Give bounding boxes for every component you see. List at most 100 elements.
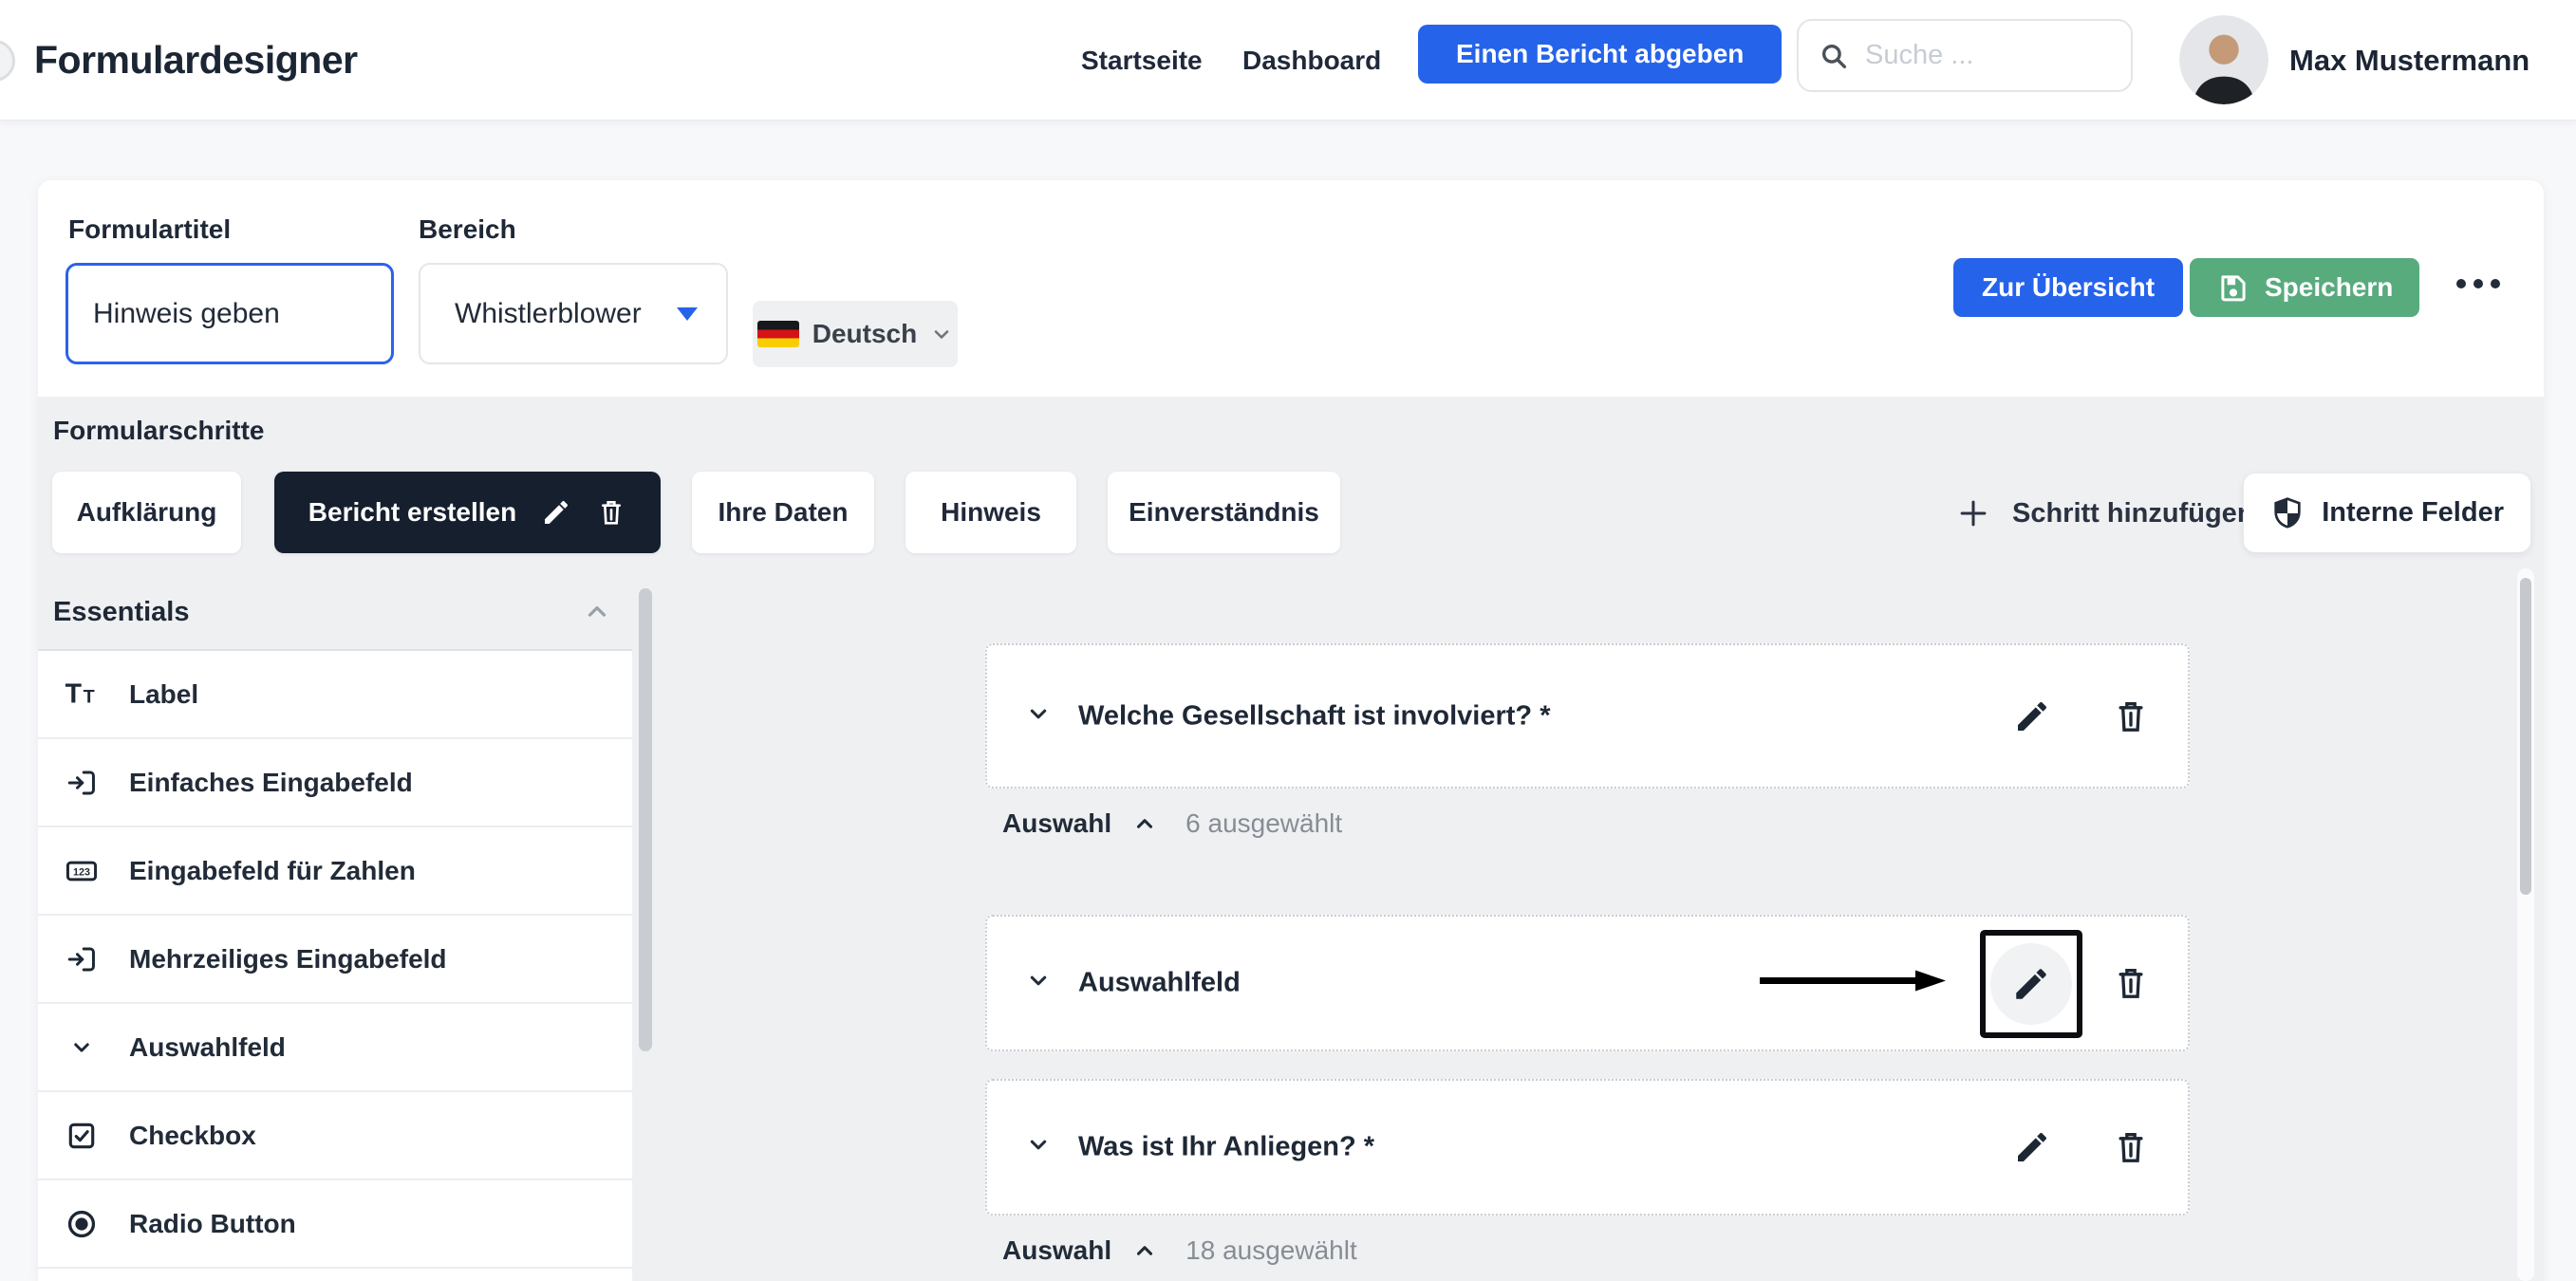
search-box[interactable]: [1797, 19, 2133, 92]
svg-text:T: T: [65, 678, 83, 709]
nav-item-startseite[interactable]: Startseite: [1081, 0, 1203, 121]
palette-item-text: Einfaches Eingabefeld: [129, 767, 413, 797]
chevron-up-icon[interactable]: [1132, 1238, 1157, 1263]
step-einverstaendnis[interactable]: Einverständnis: [1108, 472, 1340, 553]
chevron-down-icon: [63, 1029, 101, 1067]
step-ihre-daten[interactable]: Ihre Daten: [692, 472, 874, 553]
overview-button-label: Zur Übersicht: [1982, 272, 2156, 302]
area-select[interactable]: Whistlerblower: [419, 263, 728, 364]
palette-item-text: Label: [129, 678, 199, 709]
chevron-down-icon[interactable]: [1023, 1130, 1054, 1165]
chevron-down-icon[interactable]: [1023, 966, 1054, 1001]
add-step-button[interactable]: Schritt hinzufügen: [1955, 488, 2254, 539]
palette-item-label[interactable]: T T Label: [38, 651, 632, 739]
app-title: Formulardesigner: [34, 38, 358, 82]
edit-icon[interactable]: [2013, 697, 2051, 735]
user-name[interactable]: Max Mustermann: [2289, 0, 2529, 121]
chevron-up-icon[interactable]: [1132, 811, 1157, 836]
internal-fields-label: Interne Felder: [2322, 497, 2504, 528]
selection-summary: Auswahl 18 ausgewählt: [1002, 1233, 1357, 1269]
dropdown-arrow-icon: [677, 306, 698, 321]
step-label: Ihre Daten: [718, 497, 849, 527]
plus-icon: [1960, 500, 1987, 527]
nav-item-dashboard[interactable]: Dashboard: [1242, 0, 1381, 121]
step-hinweis[interactable]: Hinweis: [905, 472, 1076, 553]
internal-fields-button[interactable]: Interne Felder: [2244, 473, 2530, 552]
edit-icon[interactable]: [2013, 1128, 2051, 1166]
submit-report-button[interactable]: Einen Bericht abgeben: [1418, 25, 1783, 84]
number-input-icon: 123: [63, 852, 101, 890]
label-icon: T T: [63, 676, 101, 714]
designer-body: Formularschritte Aufklärung Bericht erst…: [38, 397, 2544, 1281]
chevron-down-icon: [934, 330, 949, 339]
language-value: Deutsch: [812, 319, 918, 348]
step-bericht-erstellen-active[interactable]: Bericht erstellen: [274, 472, 661, 553]
step-label: Einverständnis: [1129, 497, 1319, 527]
palette-item-radio-button[interactable]: Radio Button: [38, 1180, 632, 1269]
field-label: Welche Gesellschaft ist involviert? *: [1078, 700, 1551, 731]
steps-section-label: Formularschritte: [53, 416, 265, 445]
overview-button[interactable]: Zur Übersicht: [1953, 258, 2184, 317]
form-title-label: Formulartitel: [68, 214, 232, 244]
save-icon: [2221, 275, 2246, 302]
radio-icon: [63, 1205, 101, 1243]
palette-group-label: Essentials: [53, 596, 190, 627]
german-flag-icon: [756, 321, 799, 347]
trash-icon[interactable]: [2112, 964, 2150, 1002]
edit-icon[interactable]: [541, 497, 571, 528]
palette-item-auswahlfeld[interactable]: Auswahlfeld: [38, 1004, 632, 1092]
area-select-value: Whistlerblower: [455, 297, 642, 329]
user-avatar[interactable]: [2179, 15, 2268, 104]
shield-icon: [2274, 496, 2301, 529]
more-options-button[interactable]: [2456, 279, 2500, 288]
canvas-scrollbar-thumb[interactable]: [2520, 578, 2531, 895]
annotation-highlight-box: [1980, 930, 2082, 1038]
step-label: Hinweis: [941, 497, 1041, 527]
field-label: Auswahlfeld: [1078, 967, 1241, 998]
trash-icon[interactable]: [596, 497, 626, 528]
field-card-gesellschaft[interactable]: Welche Gesellschaft ist involviert? *: [985, 643, 2190, 789]
field-card-anliegen[interactable]: Was ist Ihr Anliegen? *: [985, 1079, 2190, 1216]
edit-icon-highlighted[interactable]: [1990, 943, 2072, 1025]
text-input-icon: [63, 764, 101, 802]
palette-item-checkbox[interactable]: Checkbox: [38, 1092, 632, 1180]
designer-card: Formulartitel Bereich Whistlerblower Deu…: [38, 180, 2544, 1281]
checkbox-icon: [63, 1117, 101, 1155]
area-label: Bereich: [419, 214, 516, 244]
language-select[interactable]: Deutsch: [753, 301, 958, 367]
add-step-label: Schritt hinzufügen: [2012, 497, 2254, 529]
search-icon: [1818, 40, 1850, 72]
chevron-down-icon[interactable]: [1023, 698, 1054, 733]
palette-item-partial: [38, 1269, 632, 1281]
search-input[interactable]: [1865, 40, 2074, 71]
save-button[interactable]: Speichern: [2190, 258, 2420, 317]
field-card-auswahlfeld[interactable]: Auswahlfeld: [985, 915, 2190, 1051]
save-button-label: Speichern: [2265, 272, 2394, 302]
form-title-input[interactable]: [65, 263, 394, 364]
palette-item-eingabefeld-zahlen[interactable]: 123 Eingabefeld für Zahlen: [38, 827, 632, 916]
palette-item-text: Radio Button: [129, 1208, 296, 1238]
palette-item-text: Mehrzeiliges Eingabefeld: [129, 943, 447, 974]
selection-summary: Auswahl 6 ausgewählt: [1002, 806, 1342, 842]
chevron-up-icon[interactable]: [583, 598, 611, 626]
step-label: Aufklärung: [76, 497, 217, 527]
palette-item-text: Eingabefeld für Zahlen: [129, 855, 416, 885]
summary-count: 18 ausgewählt: [1185, 1235, 1357, 1265]
field-label: Was ist Ihr Anliegen? *: [1078, 1131, 1375, 1162]
step-label: Bericht erstellen: [308, 497, 517, 527]
trash-icon[interactable]: [2112, 1128, 2150, 1166]
svg-text:123: 123: [73, 866, 90, 878]
trash-icon[interactable]: [2112, 697, 2150, 735]
palette-item-einfaches-eingabefeld[interactable]: Einfaches Eingabefeld: [38, 739, 632, 827]
summary-label: Auswahl: [1002, 1235, 1112, 1265]
palette-group-header[interactable]: Essentials: [38, 584, 632, 640]
palette-item-mehrzeiliges-eingabefeld[interactable]: Mehrzeiliges Eingabefeld: [38, 916, 632, 1004]
palette-item-text: Auswahlfeld: [129, 1031, 286, 1062]
palette-scrollbar-thumb[interactable]: [639, 588, 652, 1051]
logo-fragment: [0, 40, 15, 82]
summary-count: 6 ausgewählt: [1185, 808, 1343, 838]
annotation-arrow-icon: [1758, 969, 1948, 998]
svg-text:T: T: [84, 686, 95, 707]
form-meta-bar: Formulartitel Bereich Whistlerblower Deu…: [38, 180, 2544, 397]
step-aufklaerung[interactable]: Aufklärung: [52, 472, 241, 553]
